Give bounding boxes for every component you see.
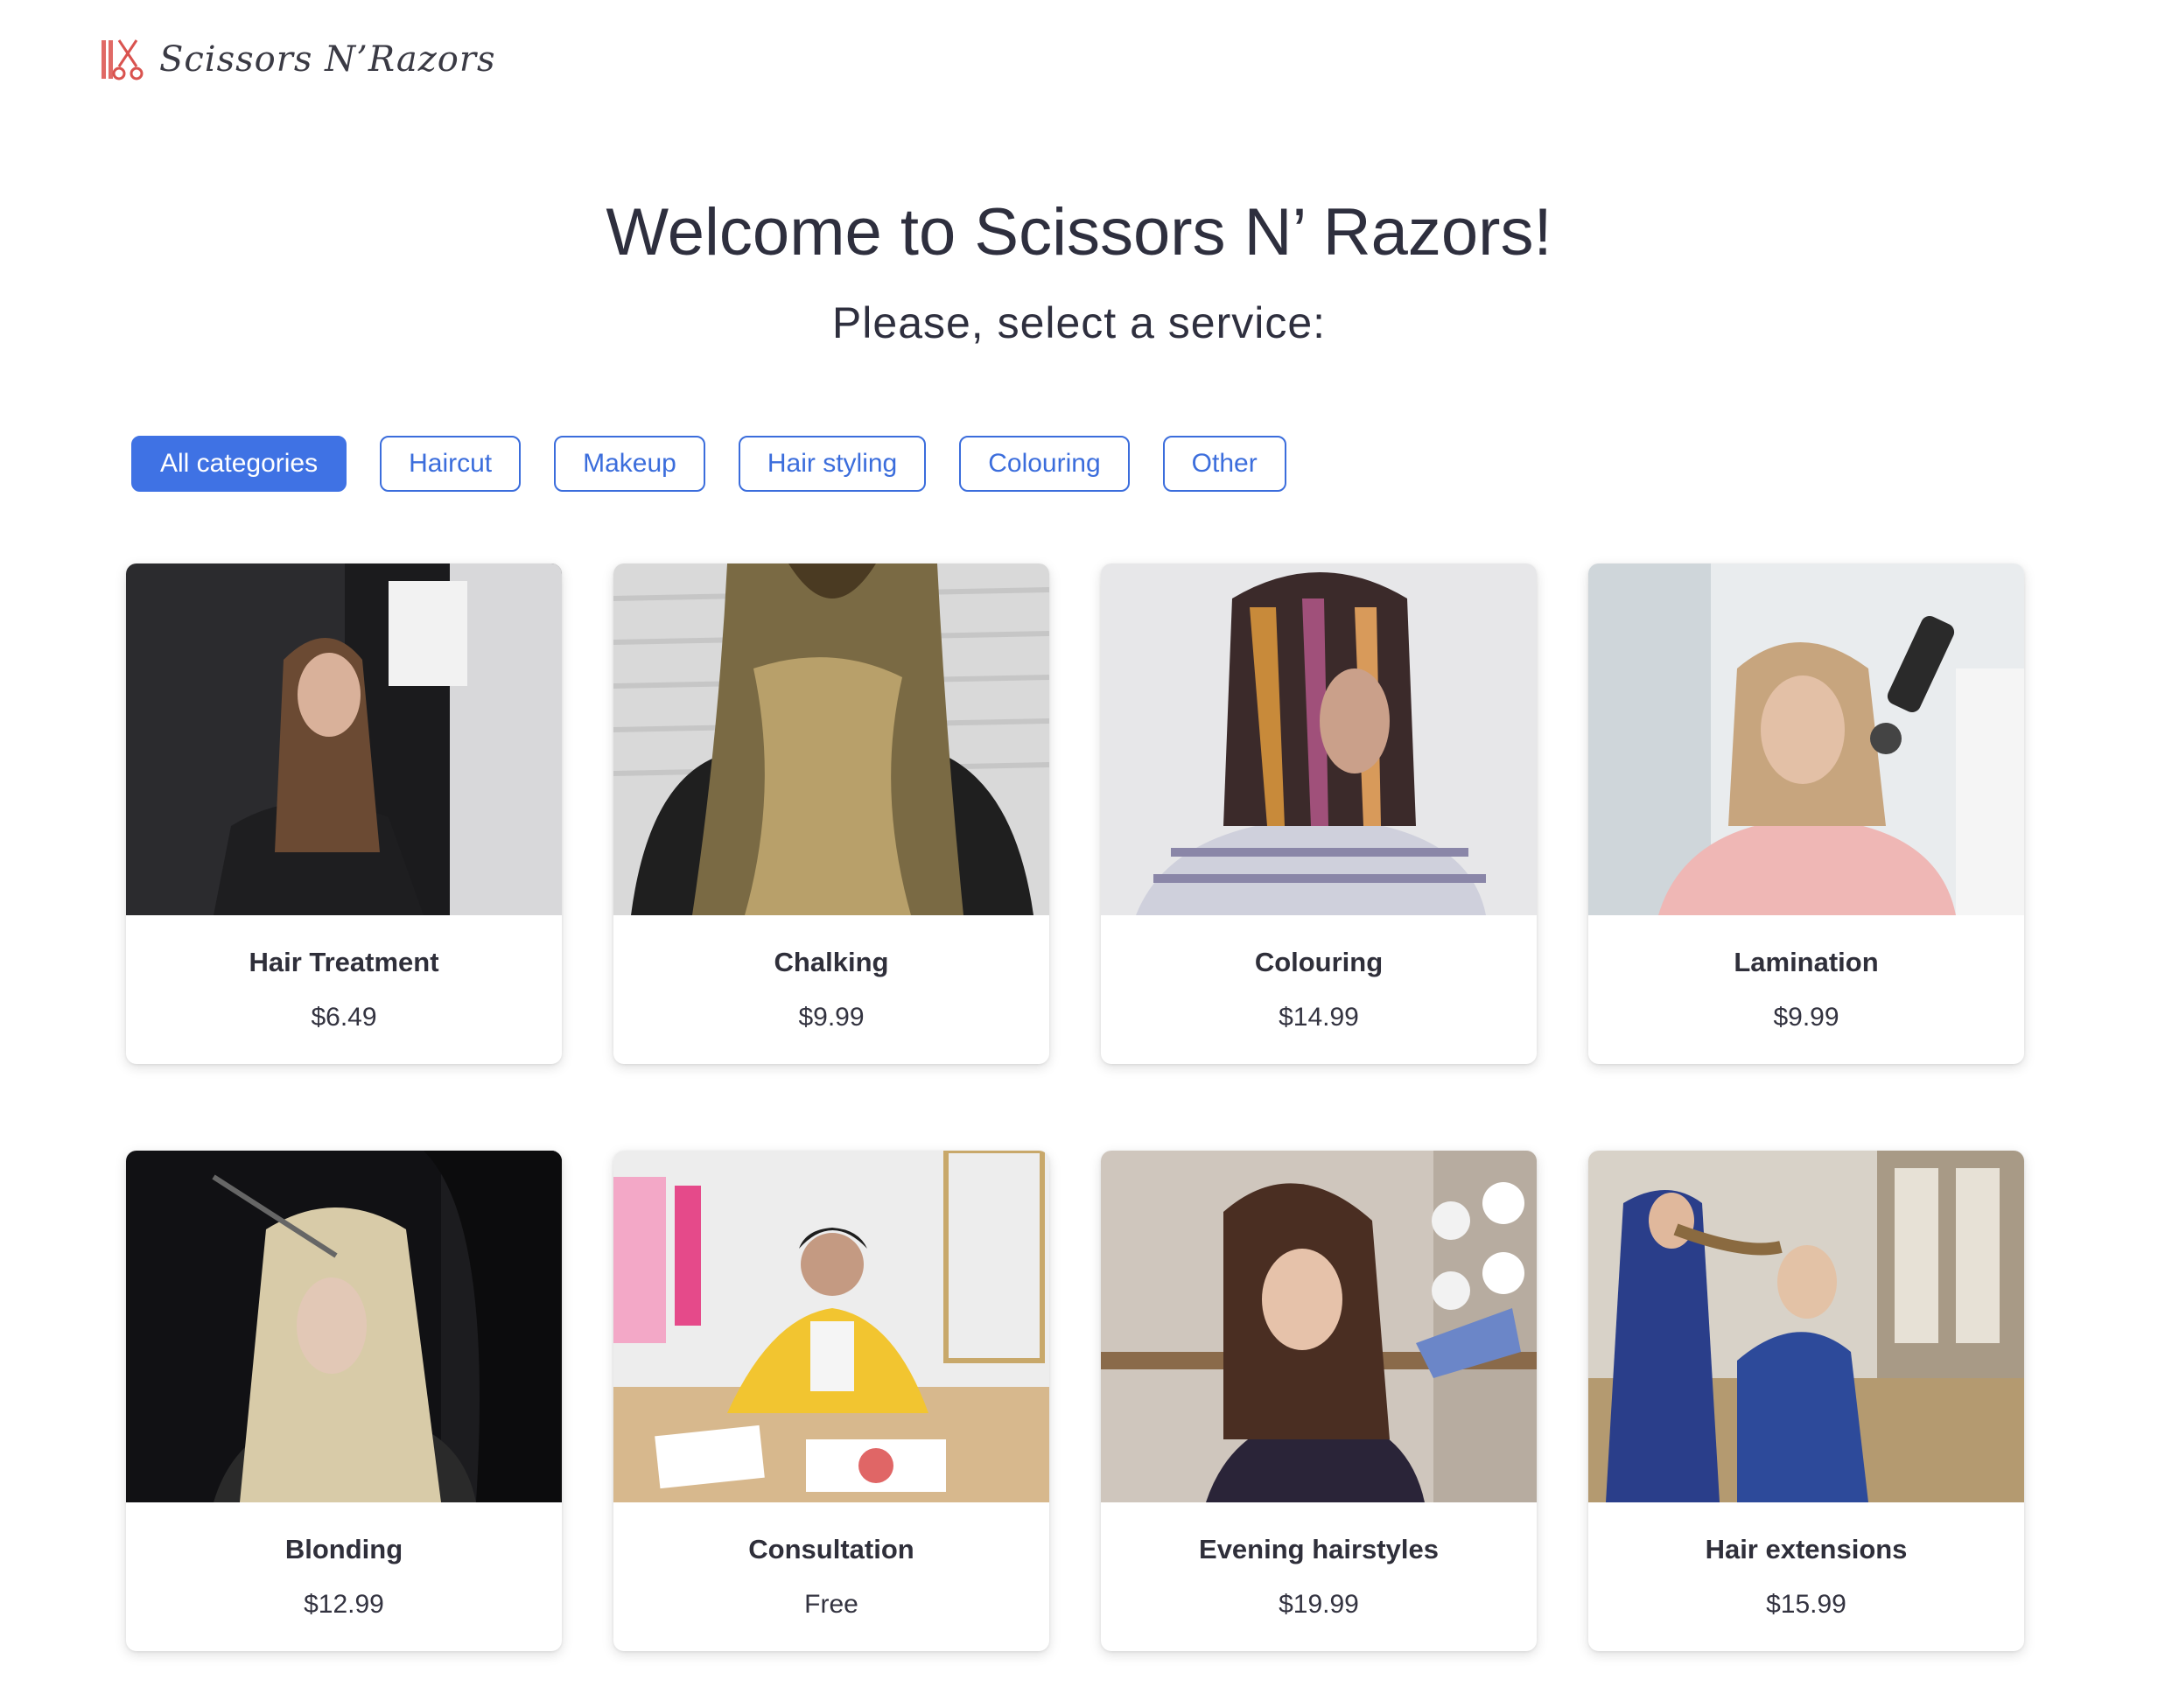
service-price: $9.99 [798, 1003, 865, 1032]
service-card-hair-extensions[interactable]: Hair extensions $15.99 [1588, 1151, 2024, 1651]
service-price: $12.99 [304, 1590, 384, 1619]
filter-other[interactable]: Other [1162, 436, 1286, 492]
service-card-hair-treatment[interactable]: Hair Treatment $6.49 [126, 564, 562, 1064]
blonding-photo [126, 1151, 562, 1502]
colouring-photo [1101, 564, 1537, 915]
page-subtitle: Please, select a service: [831, 298, 1327, 347]
filter-makeup[interactable]: Makeup [554, 436, 705, 492]
service-price: $19.99 [1279, 1590, 1359, 1619]
service-card-consultation[interactable]: Consultation Free [613, 1151, 1049, 1651]
scissors-logo-icon [102, 39, 144, 80]
category-filters: All categories Haircut Makeup Hair styli… [131, 436, 1286, 492]
consultation-photo [613, 1151, 1049, 1502]
filter-all-categories[interactable]: All categories [131, 436, 347, 492]
service-card-evening-hairstyles[interactable]: Evening hairstyles $19.99 [1101, 1151, 1537, 1651]
lamination-photo [1588, 564, 2024, 915]
services-grid: Hair Treatment $6.49 Chalking $9.99 Colo… [126, 564, 2024, 1651]
hair-extensions-photo [1588, 1151, 2024, 1502]
service-name: Colouring [1254, 947, 1384, 977]
hair-treatment-photo [126, 564, 562, 915]
page-title: Welcome to Scissors N’ Razors! [606, 195, 1552, 270]
chalking-photo [613, 564, 1049, 915]
service-name: Consultation [748, 1534, 914, 1564]
service-name: Lamination [1734, 947, 1879, 977]
filter-haircut[interactable]: Haircut [380, 436, 522, 492]
service-card-blonding[interactable]: Blonding $12.99 [126, 1151, 562, 1651]
service-price: $6.49 [311, 1003, 377, 1032]
service-price: $15.99 [1766, 1590, 1846, 1619]
service-name: Chalking [774, 947, 889, 977]
service-name: Blonding [284, 1534, 403, 1564]
evening-hairstyles-photo [1101, 1151, 1537, 1502]
logo-text: Scissors N’Razors [159, 39, 496, 80]
service-card-colouring[interactable]: Colouring $14.99 [1101, 564, 1537, 1064]
service-name: Evening hairstyles [1199, 1534, 1439, 1564]
filter-hair-styling[interactable]: Hair styling [738, 436, 927, 492]
service-price: Free [804, 1590, 858, 1619]
service-name: Hair extensions [1705, 1534, 1908, 1564]
service-price: $9.99 [1773, 1003, 1839, 1032]
service-card-chalking[interactable]: Chalking $9.99 [613, 564, 1049, 1064]
filter-colouring[interactable]: Colouring [959, 436, 1130, 492]
service-price: $14.99 [1279, 1003, 1359, 1032]
service-name: Hair Treatment [249, 947, 439, 977]
brand-logo[interactable]: Scissors N’Razors [100, 32, 496, 88]
service-card-lamination[interactable]: Lamination $9.99 [1588, 564, 2024, 1064]
